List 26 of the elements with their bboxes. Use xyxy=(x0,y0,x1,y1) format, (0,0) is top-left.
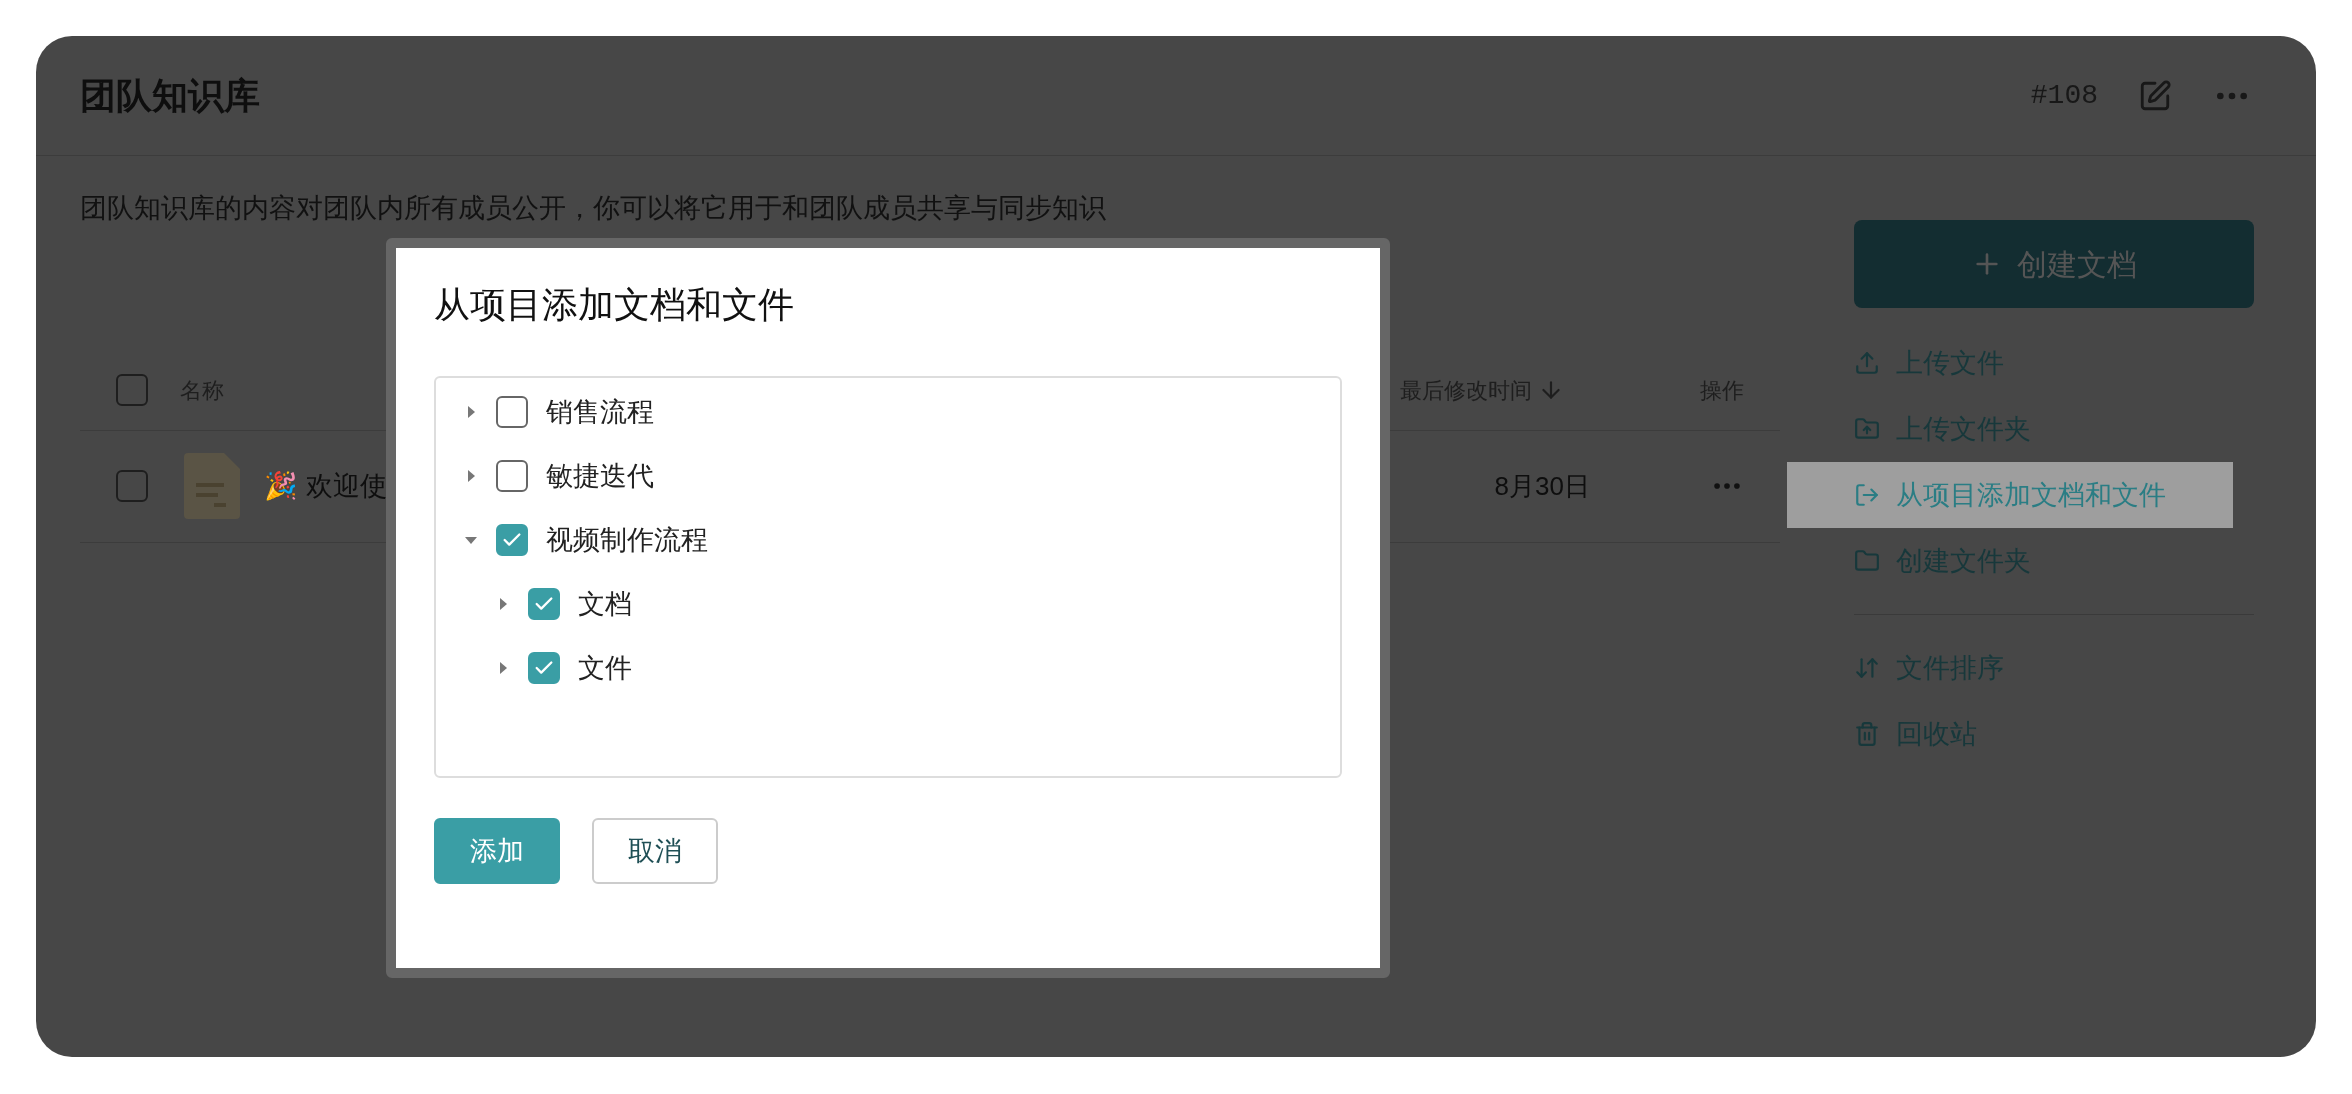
create-document-button[interactable]: 创建文档 xyxy=(1854,220,2254,308)
tree-item-label: 视频制作流程 xyxy=(546,523,708,557)
folder-icon xyxy=(1854,548,1880,574)
checkbox[interactable] xyxy=(528,588,560,620)
tree-item-label: 敏捷迭代 xyxy=(546,459,654,493)
add-button[interactable]: 添加 xyxy=(434,818,560,884)
tree-item-label: 文件 xyxy=(578,651,632,685)
checkbox[interactable] xyxy=(528,652,560,684)
trash-icon xyxy=(1854,721,1880,747)
menu-item[interactable]: 从项目添加文档和文件 xyxy=(1787,462,2233,528)
folder-upload-icon xyxy=(1854,416,1880,442)
dialog-title: 从项目添加文档和文件 xyxy=(434,283,795,327)
modified-date: 8月30日 xyxy=(1494,469,1590,503)
checkbox[interactable] xyxy=(496,396,528,428)
checkbox[interactable] xyxy=(116,374,148,406)
upload-icon xyxy=(1854,350,1880,376)
checkbox[interactable] xyxy=(496,524,528,556)
cancel-button[interactable]: 取消 xyxy=(592,818,718,884)
tree-item-label: 销售流程 xyxy=(546,395,654,429)
checkbox[interactable] xyxy=(116,470,148,502)
edit-icon[interactable] xyxy=(2138,78,2172,113)
sort-icon xyxy=(1854,655,1880,681)
tree-item-label: 文档 xyxy=(578,587,632,621)
file-name[interactable]: 🎉 欢迎使 xyxy=(264,465,387,507)
checkbox[interactable] xyxy=(496,460,528,492)
page-title: 团队知识库 xyxy=(80,73,260,118)
